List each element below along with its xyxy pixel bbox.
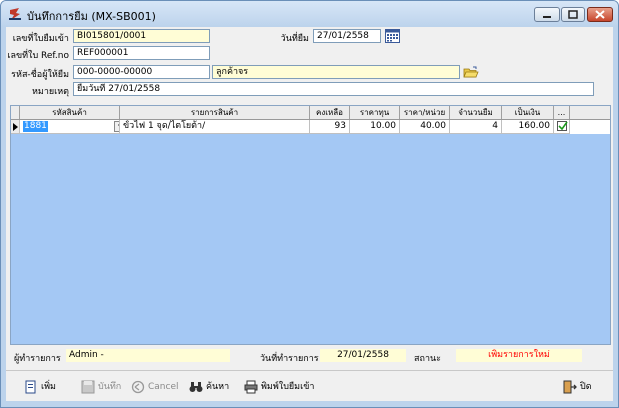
col-header-unit-price[interactable]: ราคา/หน่วย xyxy=(400,106,450,119)
maximize-icon xyxy=(568,10,578,19)
code-text[interactable]: 1881 xyxy=(23,121,48,132)
calendar-icon[interactable] xyxy=(385,29,400,43)
print-button[interactable]: พิมพ์ใบยืมเข้า xyxy=(244,378,314,396)
cell-name[interactable]: ขั้วไฟ 1 จุด/ไตโยต้า/ xyxy=(120,120,310,134)
col-header-balance[interactable]: คงเหลือ xyxy=(310,106,350,119)
app-logo-icon xyxy=(9,8,21,20)
add-button[interactable]: เพิ่ม xyxy=(24,378,56,396)
cancel-icon xyxy=(131,380,145,394)
window-title: บันทึกการยืม (MX-SB001) xyxy=(27,10,156,23)
main-window: บันทึกการยืม (MX-SB001) เลขที่ใบยืมเข้า … xyxy=(0,0,619,408)
minimize-icon xyxy=(543,16,551,18)
exit-door-icon xyxy=(563,380,577,394)
trans-date-label: วันที่ทำรายการ xyxy=(260,354,319,364)
doc-no-field[interactable]: BI015801/0001 xyxy=(73,29,210,43)
current-row-arrow-icon xyxy=(13,123,18,131)
state-field: เพิ่มรายการใหม่ xyxy=(456,349,582,362)
close-icon xyxy=(595,10,605,19)
date-label: วันที่ยืม xyxy=(280,34,309,44)
col-header-more[interactable]: ... xyxy=(554,106,570,119)
cancel-button[interactable]: Cancel xyxy=(131,378,179,396)
cell-code[interactable]: 1881 ··· xyxy=(20,120,120,134)
ref-no-field[interactable]: REF000001 xyxy=(73,46,210,60)
col-header-code[interactable]: รหัสสินค้า xyxy=(20,106,120,119)
user-label: ผู้ทำรายการ xyxy=(14,354,61,364)
add-document-icon xyxy=(25,380,36,394)
cell-amount[interactable]: 160.00 xyxy=(502,120,554,134)
title-bar: บันทึกการยืม (MX-SB001) xyxy=(1,1,618,27)
save-button[interactable]: บันทึก xyxy=(81,378,121,396)
doc-no-label: เลขที่ใบยืมเข้า xyxy=(12,34,69,44)
table-row[interactable]: 1881 ··· ขั้วไฟ 1 จุด/ไตโยต้า/ 93 10.00 … xyxy=(11,120,610,134)
note-field[interactable]: ยืมวันที่ 27/01/2558 xyxy=(73,82,594,96)
cell-qty[interactable]: 4 xyxy=(450,120,502,134)
folder-search-icon[interactable] xyxy=(463,65,479,79)
item-grid: รหัสสินค้า รายการสินค้า คงเหลือ ราคาทุน … xyxy=(10,105,611,345)
user-field: Admin - xyxy=(66,349,230,362)
date-field[interactable]: 27/01/2558 xyxy=(313,29,381,43)
maximize-button[interactable] xyxy=(561,7,585,22)
printer-icon xyxy=(244,380,258,394)
close-button[interactable]: ปิด xyxy=(563,378,592,396)
grid-header: รหัสสินค้า รายการสินค้า คงเหลือ ราคาทุน … xyxy=(11,106,610,120)
borrower-label: รหัส-ชื่อผู้ให้ยืม xyxy=(11,70,69,80)
status-bar: ผู้ทำรายการ Admin - วันที่ทำรายการ 27/01… xyxy=(10,345,611,367)
binoculars-icon xyxy=(189,382,203,392)
row-indicator xyxy=(11,120,20,134)
borrower-name-field[interactable]: ลูกค้าจร xyxy=(212,65,460,79)
minimize-button[interactable] xyxy=(534,7,560,22)
state-label: สถานะ xyxy=(414,354,441,364)
col-header-amount[interactable]: เป็นเงิน xyxy=(502,106,554,119)
col-header-cost[interactable]: ราคาทุน xyxy=(350,106,400,119)
search-button[interactable]: ค้นหา xyxy=(189,378,229,396)
cell-balance[interactable]: 93 xyxy=(310,120,350,134)
cell-check[interactable] xyxy=(554,120,570,134)
borrower-code-field[interactable]: 000-0000-00000 xyxy=(73,65,210,79)
col-header-name[interactable]: รายการสินค้า xyxy=(120,106,310,119)
form-body: เลขที่ใบยืมเข้า BI015801/0001 วันที่ยืม … xyxy=(6,27,613,401)
col-header-qty[interactable]: จำนวนยืม xyxy=(450,106,502,119)
ref-no-label: เลขที่ใบ Ref.no xyxy=(7,51,69,61)
cell-unit-price[interactable]: 40.00 xyxy=(400,120,450,134)
cell-cost[interactable]: 10.00 xyxy=(350,120,400,134)
row-checkbox[interactable] xyxy=(557,121,568,131)
note-label: หมายเหตุ xyxy=(31,87,69,97)
trans-date-field: 27/01/2558 xyxy=(320,349,406,362)
row-indicator-header xyxy=(11,106,20,119)
save-icon xyxy=(81,380,95,394)
close-window-button[interactable] xyxy=(587,7,613,22)
bottom-toolbar: เพิ่ม บันทึก Cancel ค้นหา พิมพ์ใบยืมเข้า… xyxy=(6,370,613,401)
check-icon xyxy=(558,121,568,131)
